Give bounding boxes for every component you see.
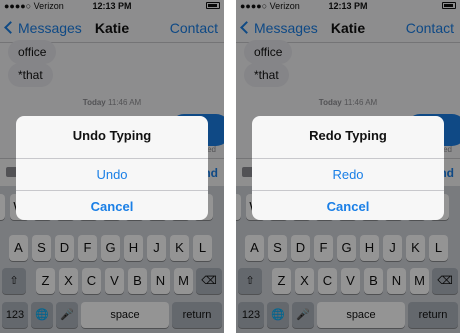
undo-typing-alert: Undo Typing Undo Cancel xyxy=(16,116,208,220)
cancel-button[interactable]: Cancel xyxy=(16,190,208,220)
alert-title: Redo Typing xyxy=(309,128,387,143)
cancel-button[interactable]: Cancel xyxy=(252,190,444,220)
alert-title: Undo Typing xyxy=(72,128,152,143)
undo-button[interactable]: Undo xyxy=(16,158,208,190)
redo-button[interactable]: Redo xyxy=(252,158,444,190)
phone-screen-redo: ●●●●○ Verizon 12:13 PM Messages Katie Co… xyxy=(236,0,460,333)
redo-typing-alert: Redo Typing Redo Cancel xyxy=(252,116,444,220)
screenshot-stage: ●●●●○ Verizon 12:13 PM Messages Katie Co… xyxy=(0,0,460,333)
phone-screen-undo: ●●●●○ Verizon 12:13 PM Messages Katie Co… xyxy=(0,0,224,333)
